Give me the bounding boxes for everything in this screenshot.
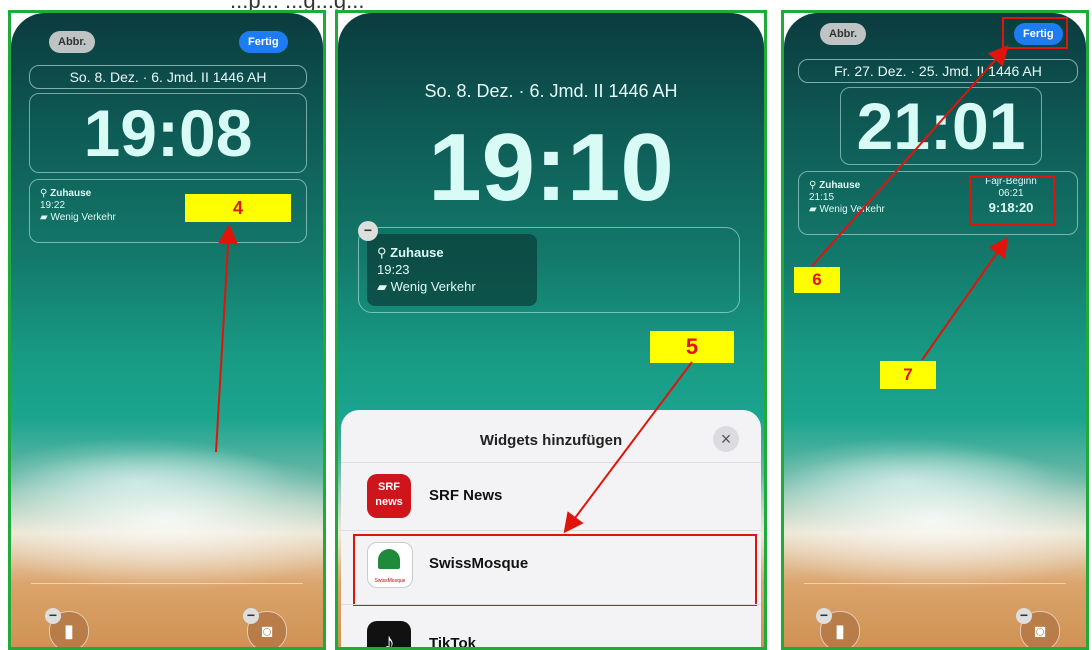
app-label: TikTok (429, 635, 476, 647)
location-pin-icon: ⚲ (809, 180, 817, 191)
bottom-divider (31, 583, 303, 584)
widget-place: Zuhause (50, 188, 92, 199)
highlight-done-button (1002, 17, 1068, 49)
clock: 19:08 (29, 93, 307, 173)
step-label-5: 5 (650, 331, 734, 363)
widget-place: Zuhause (390, 245, 444, 260)
flashlight-icon: ▮ (835, 621, 845, 641)
location-pin-icon: ⚲ (40, 188, 48, 199)
widget-traffic: Wenig Verkehr (819, 204, 885, 215)
widget-traffic: Wenig Verkehr (50, 212, 116, 223)
add-widgets-sheet: Widgets hinzufügen × SRF news SRF News S… (341, 410, 761, 647)
widget-time: 19:22 (40, 200, 66, 211)
widget-maps-text: ⚲ Zuhause 19:23 ▰ Wenig Verkehr (377, 244, 476, 295)
widget-area[interactable]: ⚲ Zuhause 19:22 ▰ Wenig Verkehr 4 (29, 179, 307, 243)
car-icon: ▰ (809, 204, 817, 215)
step-label-7: 7 (880, 361, 936, 389)
widget-area[interactable]: ⚲ Zuhause 21:15 ▰ Wenig Verkehr Fajr-Beg… (798, 171, 1078, 235)
cancel-button[interactable]: Abbr. (820, 23, 867, 45)
done-button[interactable]: Fertig (239, 31, 288, 53)
bottom-divider (804, 583, 1066, 584)
maps-widget[interactable]: ⚲ Zuhause 19:23 ▰ Wenig Verkehr (367, 234, 537, 306)
highlight-prayer-widget (969, 176, 1055, 226)
widget-time: 21:15 (809, 192, 835, 203)
srf-news-icon: SRF news (367, 474, 411, 518)
step-label-6: 6 (794, 267, 840, 293)
widget-app-tiktok[interactable]: ♪ TikTok (341, 604, 761, 647)
widget-area[interactable]: ⚲ Zuhause 19:23 ▰ Wenig Verkehr (358, 227, 740, 313)
tiktok-icon: ♪ (367, 621, 411, 647)
car-icon: ▰ (40, 212, 48, 223)
clock: 21:01 (840, 87, 1042, 165)
panel-step-5: So. 8. Dez. · 6. Jmd. II 1446 AH 19:10 ⚲… (335, 10, 767, 650)
close-icon: × (720, 429, 732, 449)
date-label: So. 8. Dez. · 6. Jmd. II 1446 AH (424, 81, 678, 101)
widget-time: 19:23 (377, 262, 410, 277)
widget-traffic: Wenig Verkehr (390, 279, 476, 294)
minus-icon[interactable]: − (1016, 608, 1032, 624)
cancel-button[interactable]: Abbr. (49, 31, 96, 53)
lock-screen-wallpaper: Abbr. Fertig So. 8. Dez. · 6. Jmd. II 14… (11, 13, 323, 647)
sheet-title: Widgets hinzufügen (479, 432, 623, 449)
minus-icon[interactable]: − (816, 608, 832, 624)
clock: 19:10 (428, 114, 674, 221)
widget-maps: ⚲ Zuhause 19:22 ▰ Wenig Verkehr (40, 188, 116, 224)
minus-icon[interactable]: − (45, 608, 61, 624)
panel-step-4: Abbr. Fertig So. 8. Dez. · 6. Jmd. II 14… (8, 10, 326, 650)
srf-icon-top: SRF (378, 481, 400, 493)
widget-app-srf-news[interactable]: SRF news SRF News (341, 462, 761, 529)
minus-icon[interactable]: − (358, 221, 378, 241)
camera-icon: ◙ (1034, 621, 1046, 641)
widget-place: Zuhause (819, 180, 861, 191)
panel-step-6-7: Abbr. Fertig Fr. 27. Dez. · 25. Jmd. II … (781, 10, 1089, 650)
app-label: SRF News (429, 487, 503, 504)
car-icon: ▰ (377, 279, 387, 294)
highlight-swissmosque (353, 534, 757, 606)
minus-icon[interactable]: − (243, 608, 259, 624)
location-pin-icon: ⚲ (377, 245, 387, 260)
date-widget[interactable]: Fr. 27. Dez. · 25. Jmd. II 1446 AH (798, 59, 1078, 83)
widget-maps: ⚲ Zuhause 21:15 ▰ Wenig Verkehr (809, 180, 885, 216)
lock-screen-wallpaper: Abbr. Fertig Fr. 27. Dez. · 25. Jmd. II … (784, 13, 1086, 647)
srf-icon-bottom: news (375, 496, 403, 508)
step-label-4: 4 (185, 194, 291, 222)
camera-icon: ◙ (261, 621, 273, 641)
lock-screen-wallpaper: So. 8. Dez. · 6. Jmd. II 1446 AH 19:10 ⚲… (338, 13, 764, 647)
close-button[interactable]: × (713, 426, 739, 452)
date-widget[interactable]: So. 8. Dez. · 6. Jmd. II 1446 AH (29, 65, 307, 89)
flashlight-icon: ▮ (64, 621, 74, 641)
